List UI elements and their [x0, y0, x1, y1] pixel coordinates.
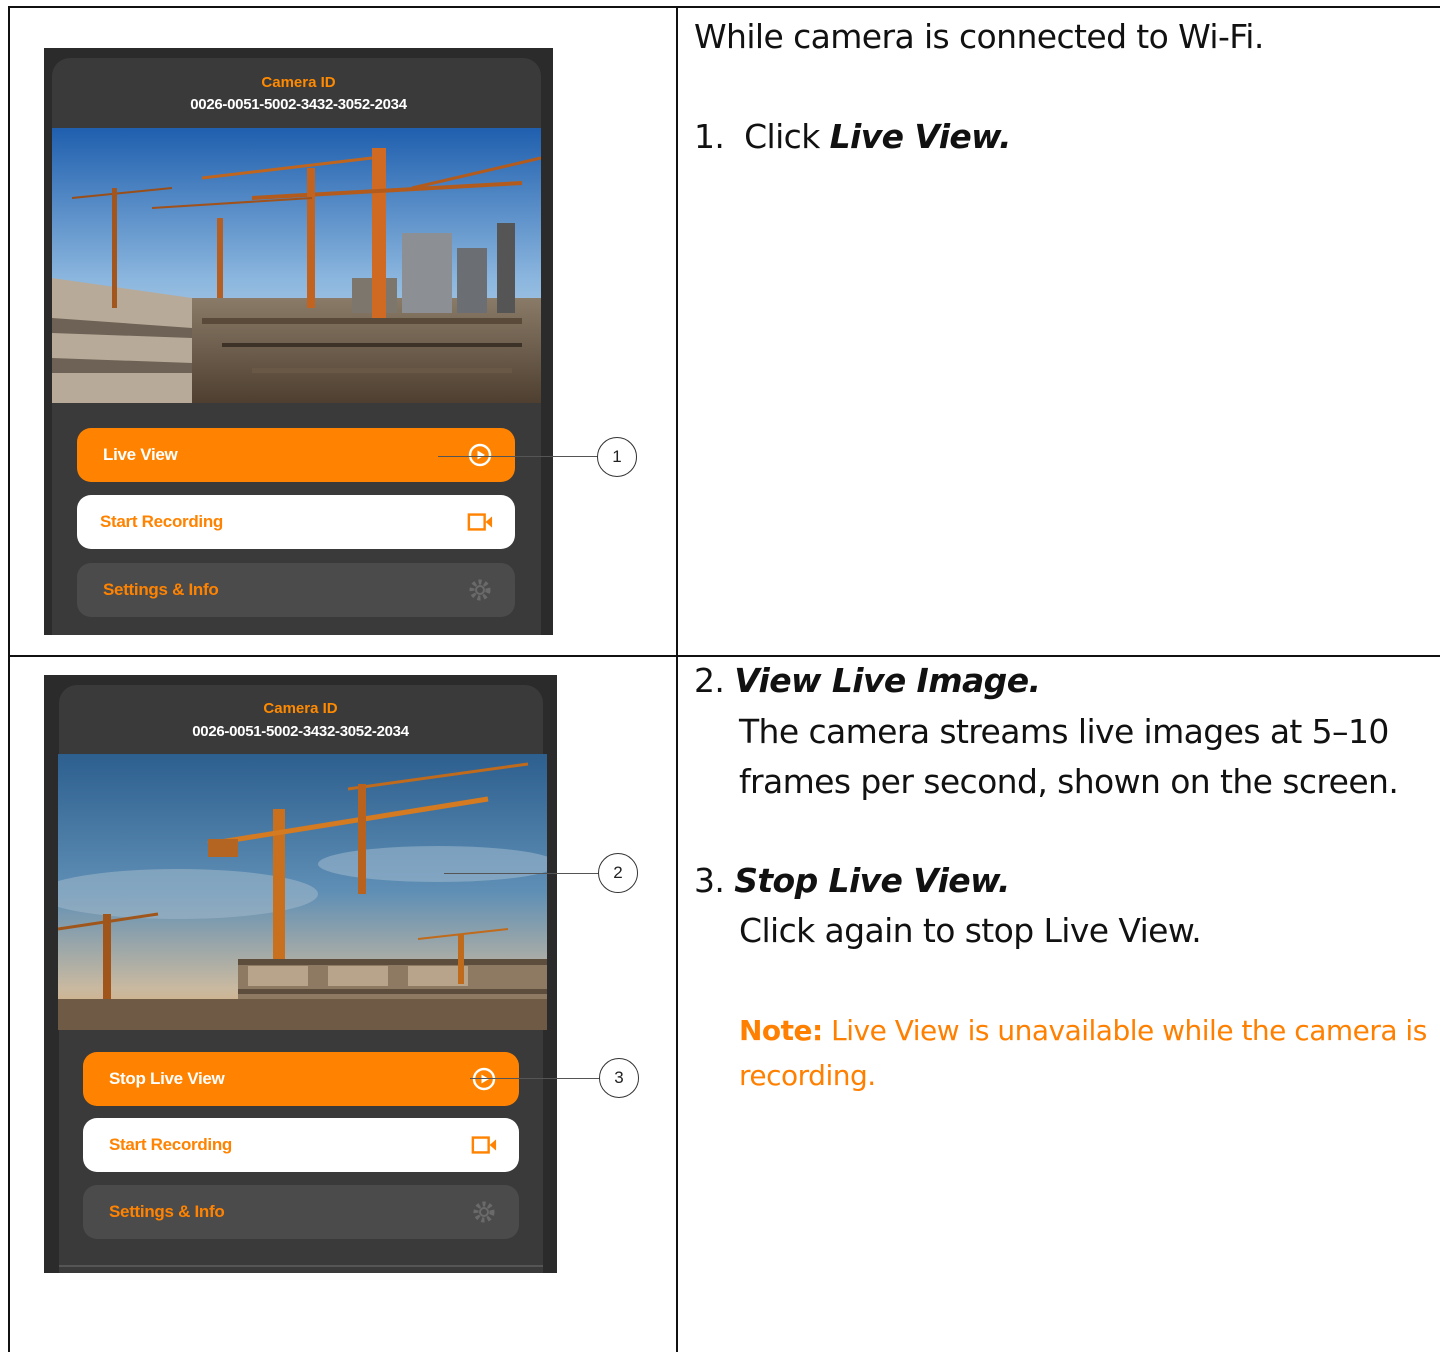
table-border-top	[8, 6, 1440, 8]
callout-line-1	[438, 456, 598, 457]
step-3-title: Stop Live View.	[734, 861, 1010, 900]
app-bottom-divider	[59, 1265, 543, 1267]
camera-preview-image	[52, 128, 541, 403]
camera-id-value: 0026-0051-5002-3432-3052-2034	[192, 723, 409, 740]
play-circle-icon	[467, 442, 493, 468]
intro-text: While camera is connected to Wi-Fi.	[694, 17, 1264, 56]
step-2-title: View Live Image.	[734, 661, 1041, 700]
gear-icon	[467, 577, 493, 603]
callout-line-2	[444, 873, 599, 874]
start-recording-label: Start Recording	[100, 512, 224, 531]
video-camera-icon	[471, 1132, 497, 1158]
step-1-number: 1.	[694, 117, 725, 156]
table-divider-vertical	[676, 6, 678, 1352]
note-line-1: Note: Live View is unavailable while the…	[739, 1008, 1427, 1053]
step-1: 1. Click Live View.	[694, 112, 1012, 162]
settings-info-button[interactable]: Settings & Info	[83, 1185, 519, 1239]
start-recording-label: Start Recording	[109, 1135, 233, 1154]
app-screenshot-2: Camera ID 0026-0051-5002-3432-3052-2034	[44, 675, 557, 1273]
start-recording-button[interactable]: Start Recording	[83, 1118, 519, 1172]
callout-1: 1	[597, 437, 637, 477]
stop-live-view-label: Stop Live View	[109, 1069, 225, 1088]
step-3-text: Click again to stop Live View.	[739, 911, 1202, 950]
step-2-number: 2.	[694, 661, 725, 700]
live-view-button[interactable]: Live View	[77, 428, 515, 482]
note-line-2: recording.	[739, 1059, 876, 1092]
live-view-label: Live View	[103, 445, 178, 464]
settings-info-label: Settings & Info	[103, 580, 219, 599]
table-border-left	[8, 6, 10, 1352]
camera-id-label: Camera ID	[261, 74, 336, 91]
callout-line-3	[470, 1078, 600, 1079]
note-label: Note:	[739, 1014, 823, 1047]
callout-3: 3	[599, 1058, 639, 1098]
step-2-line-1: The camera streams live images at 5–10	[739, 712, 1389, 751]
note-text: Live View is unavailable while the camer…	[831, 1014, 1427, 1047]
step-2-heading: 2. View Live Image.	[694, 656, 1041, 706]
step-1-action: Live View.	[829, 117, 1012, 156]
start-recording-button[interactable]: Start Recording	[77, 495, 515, 549]
video-camera-icon	[467, 509, 493, 535]
step-3-heading: 3. Stop Live View.	[694, 856, 1010, 906]
settings-info-button[interactable]: Settings & Info	[77, 563, 515, 617]
settings-info-label: Settings & Info	[109, 1202, 225, 1221]
app-screenshot-1: Camera ID 0026-0051-5002-3432-3052-2034	[44, 48, 553, 635]
stop-live-view-button[interactable]: Stop Live View	[83, 1052, 519, 1106]
callout-2: 2	[598, 853, 638, 893]
gear-icon	[471, 1199, 497, 1225]
live-image	[58, 754, 547, 1030]
step-3-number: 3.	[694, 861, 725, 900]
camera-id-value: 0026-0051-5002-3432-3052-2034	[190, 96, 407, 113]
camera-id-label: Camera ID	[263, 700, 338, 717]
play-circle-icon	[471, 1066, 497, 1092]
step-2-line-2: frames per second, shown on the screen.	[739, 762, 1399, 801]
step-1-prefix: Click	[744, 117, 820, 156]
